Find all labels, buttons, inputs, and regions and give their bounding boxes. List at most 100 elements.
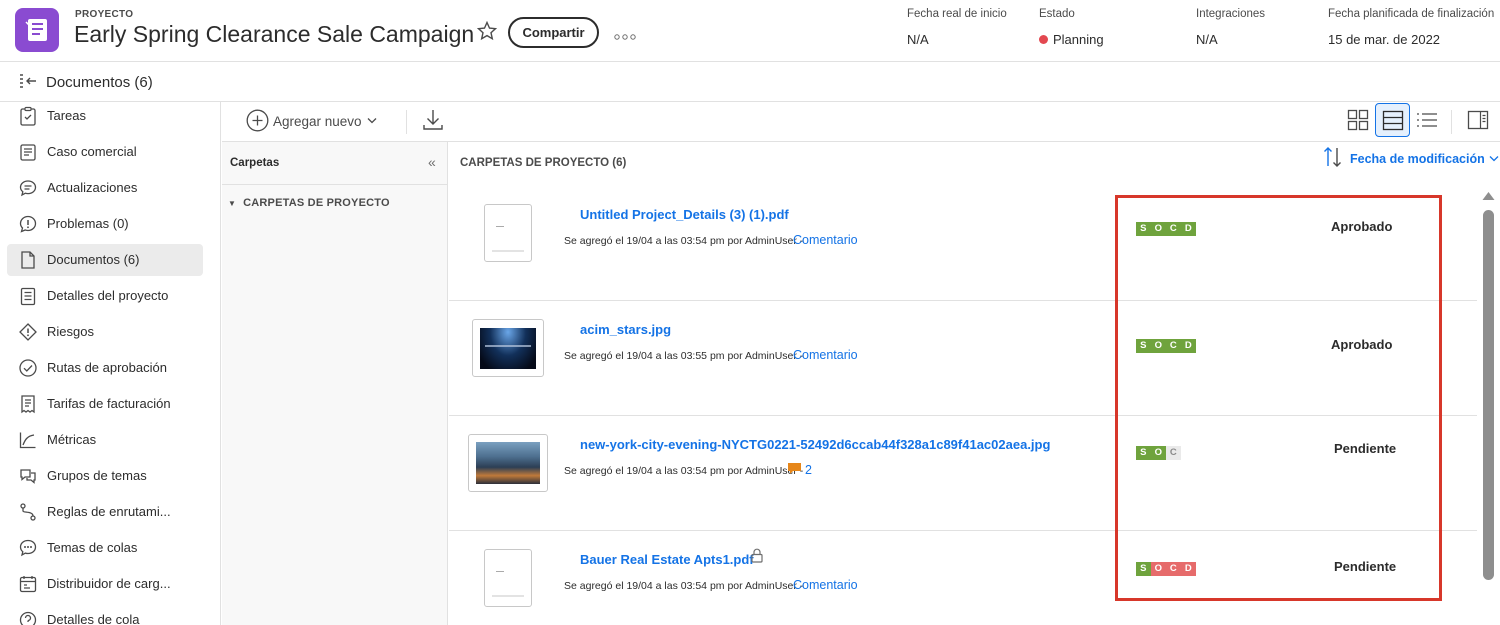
sidebar-item-label: Caso comercial [47, 144, 137, 159]
sidebar-item-updates[interactable]: Actualizaciones [7, 172, 203, 204]
image-thumbnail[interactable] [468, 434, 548, 492]
toolbar-divider [1451, 110, 1452, 134]
sidebar-item-label: Rutas de aprobación [47, 360, 167, 375]
sidebar-item-label: Tareas [47, 108, 87, 123]
sort-icon [1324, 147, 1341, 167]
sort-label: Fecha de modificación [1350, 152, 1485, 166]
comment-link[interactable]: Comentario [793, 578, 858, 592]
comment-link[interactable]: Comentario [793, 348, 858, 362]
sidebar-item-approvals[interactable]: Rutas de aprobación [7, 352, 203, 384]
pdf-thumbnail[interactable] [484, 204, 532, 262]
folders-header: Carpetas « [222, 142, 447, 185]
list-view-icon[interactable] [1416, 112, 1438, 133]
planned-completion-label: Fecha planificada de finalización [1328, 8, 1495, 20]
sidebar-item-label: Grupos de temas [47, 468, 147, 483]
collapse-folders-icon[interactable]: « [428, 154, 436, 170]
sidebar-item-billing-rates[interactable]: Tarifas de facturación [7, 388, 203, 420]
document-name-link[interactable]: acim_stars.jpg [580, 322, 671, 337]
document-added-text: Se agregó el 19/04 a las 03:54 pm por Ad… [564, 235, 804, 247]
integrations-label: Integraciones [1196, 8, 1266, 20]
sidebar-item-workload-balancer[interactable]: Distribuidor de carg... [7, 568, 203, 600]
more-options-icon[interactable] [614, 28, 636, 46]
business-case-icon [18, 142, 38, 162]
sidebar-item-label: Temas de colas [47, 540, 138, 555]
document-name-link[interactable]: new-york-city-evening-NYCTG0221-52492d6c… [580, 437, 1050, 452]
documents-title: Documentos (6) [46, 74, 153, 91]
chevron-down-icon [367, 118, 377, 124]
image-thumbnail[interactable] [472, 319, 544, 377]
scrollbar-thumb[interactable] [1483, 210, 1494, 580]
details-icon [18, 286, 38, 306]
sidebar-item-label: Actualizaciones [47, 180, 138, 195]
sidebar-item-risks[interactable]: Riesgos [7, 316, 203, 348]
highlight-box [1115, 195, 1442, 601]
scroll-up-icon[interactable] [1482, 191, 1495, 201]
sidebar-item-label: Distribuidor de carg... [47, 576, 171, 591]
updates-icon [18, 178, 38, 198]
sidebar-item-business-case[interactable]: Caso comercial [7, 136, 203, 168]
scrollbar[interactable] [1481, 188, 1495, 625]
documents-toolbar: Agregar nuevo [222, 102, 1500, 142]
status-value[interactable]: Planning [1039, 32, 1104, 47]
side-panel-icon[interactable] [1467, 110, 1489, 135]
add-new-label: Agregar nuevo [273, 114, 362, 129]
download-icon[interactable] [422, 108, 444, 137]
sidebar-item-label: Detalles de cola [47, 612, 140, 625]
project-folders-label: CARPETAS DE PROYECTO [243, 197, 390, 209]
actual-start-value: N/A [907, 32, 929, 47]
sidebar-item-topic-groups[interactable]: Grupos de temas [7, 460, 203, 492]
status-dot-icon [1039, 35, 1048, 44]
sidebar-item-issues[interactable]: Problemas (0) [7, 208, 203, 240]
sidebar-item-label: Tarifas de facturación [47, 396, 171, 411]
comment-count[interactable]: 2 [805, 463, 812, 477]
chevron-down-icon [1489, 156, 1499, 162]
add-circle-icon [246, 109, 269, 132]
document-name-link[interactable]: Untitled Project_Details (3) (1).pdf [580, 207, 789, 222]
pdf-thumbnail[interactable] [484, 549, 532, 607]
integrations-value: N/A [1196, 32, 1218, 47]
sidebar-item-project-details[interactable]: Detalles del proyecto [7, 280, 203, 312]
metrics-icon [18, 430, 38, 450]
document-added-text: Se agregó el 19/04 a las 03:55 pm por Ad… [564, 350, 804, 362]
sidebar: Tareas Caso comercial Actualizaciones Pr… [0, 102, 221, 625]
billing-icon [18, 394, 38, 414]
topic-groups-icon [18, 466, 38, 486]
documents-bar: Documentos (6) [0, 62, 1500, 102]
row-view-button[interactable] [1375, 103, 1410, 137]
sidebar-item-label: Riesgos [47, 324, 94, 339]
stars-image [480, 328, 536, 369]
share-button[interactable]: Compartir [508, 17, 599, 48]
toolbar-divider [406, 110, 407, 134]
issues-icon [18, 214, 38, 234]
routing-icon [18, 502, 38, 522]
document-name-link[interactable]: Bauer Real Estate Apts1.pdf [580, 552, 754, 567]
sidebar-item-metrics[interactable]: Métricas [7, 424, 203, 456]
project-icon [15, 8, 59, 52]
comment-bubble-icon[interactable] [787, 462, 802, 481]
list-header: CARPETAS DE PROYECTO (6) [460, 157, 627, 169]
document-added-text: Se agregó el 19/04 a las 03:54 pm por Ad… [564, 580, 804, 592]
row-view-icon [1382, 110, 1404, 131]
collapse-nav-icon[interactable] [18, 73, 38, 96]
project-folders-node[interactable]: ▼ CARPETAS DE PROYECTO [228, 197, 390, 209]
comment-link[interactable]: Comentario [793, 233, 858, 247]
star-icon[interactable] [476, 20, 498, 46]
sidebar-item-tasks[interactable]: Tareas [7, 102, 203, 132]
project-title[interactable]: Early Spring Clearance Sale Campaign [74, 21, 474, 48]
lock-icon [751, 548, 763, 568]
sidebar-item-routing-rules[interactable]: Reglas de enrutami... [7, 496, 203, 528]
planned-completion-value: 15 de mar. de 2022 [1328, 32, 1441, 47]
grid-view-icon[interactable] [1347, 109, 1369, 136]
caret-down-icon: ▼ [228, 199, 237, 208]
sidebar-item-documents[interactable]: Documentos (6) [7, 244, 203, 276]
city-image [476, 442, 540, 484]
status-label: Estado [1039, 8, 1075, 20]
project-header: PROYECTO Early Spring Clearance Sale Cam… [0, 0, 1500, 62]
approvals-icon [18, 358, 38, 378]
sidebar-item-label: Documentos (6) [47, 252, 140, 267]
sidebar-item-queue-topics[interactable]: Temas de colas [7, 532, 203, 564]
tasks-icon [18, 106, 38, 126]
sidebar-item-queue-details[interactable]: Detalles de cola [7, 604, 203, 625]
sidebar-item-label: Detalles del proyecto [47, 288, 169, 303]
sidebar-item-label: Problemas (0) [47, 216, 129, 231]
